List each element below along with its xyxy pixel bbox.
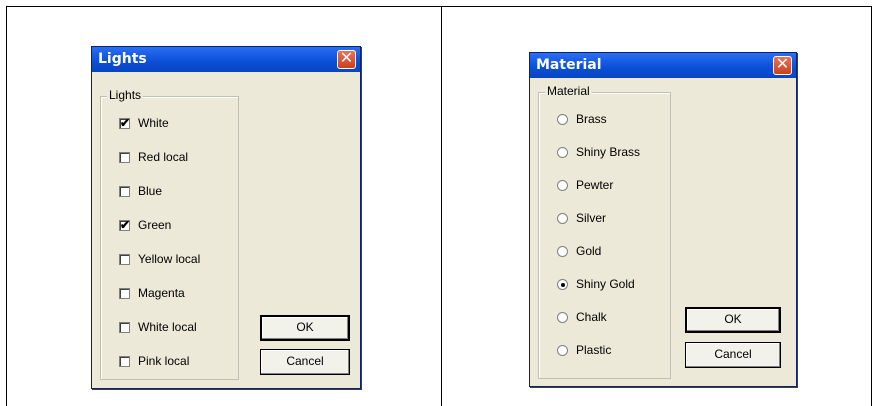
radio-dot-icon: [561, 282, 565, 287]
radio-label: Brass: [576, 112, 607, 126]
lights-titlebar[interactable]: Lights ✕: [92, 47, 360, 72]
radio-label: Gold: [576, 244, 602, 258]
radio-label: Chalk: [576, 310, 607, 324]
checkbox-label: Pink local: [138, 354, 190, 368]
lights-cancel-button[interactable]: Cancel: [260, 349, 350, 375]
close-icon: ✕: [339, 48, 354, 67]
checkmark-icon: ✔: [120, 115, 131, 130]
radio-item[interactable]: Plastic: [557, 342, 611, 358]
checkbox[interactable]: ✔: [119, 115, 131, 130]
radio-label: Shiny Brass: [576, 145, 641, 159]
radio-item[interactable]: Gold: [557, 243, 601, 259]
material-ok-button[interactable]: OK: [685, 307, 781, 333]
radio-button[interactable]: [557, 278, 568, 290]
checkbox-label: Green: [138, 218, 172, 232]
radio-item[interactable]: Shiny Gold: [557, 276, 635, 292]
lights-ok-button[interactable]: OK: [260, 315, 350, 341]
frame-left: [6, 6, 7, 406]
material-dialog: Material ✕ Material Brass Shiny Brass Pewt…: [529, 52, 797, 387]
radio-button[interactable]: [557, 311, 568, 323]
material-title: Material: [536, 57, 602, 73]
lights-groupbox: Lights ✔ White Red local Blue ✔ Green Yellow l…: [100, 88, 239, 380]
checkbox-item[interactable]: Pink local: [119, 353, 189, 369]
material-close-button[interactable]: ✕: [773, 54, 792, 75]
lights-dialog: Lights ✕ Lights ✔ White Red local Blue ✔ Gree…: [91, 46, 361, 389]
checkbox-label: Red local: [138, 150, 189, 164]
checkbox[interactable]: [119, 355, 130, 367]
radio-item[interactable]: Brass: [557, 111, 607, 127]
checkbox-item[interactable]: Yellow local: [119, 251, 200, 267]
checkbox-item[interactable]: Blue: [119, 183, 162, 199]
checkbox-item[interactable]: Red local: [119, 149, 188, 165]
checkbox[interactable]: [119, 151, 130, 163]
checkbox-label: White: [138, 116, 169, 130]
checkbox-item[interactable]: ✔ Green: [119, 217, 171, 233]
material-cancel-button[interactable]: Cancel: [685, 342, 781, 368]
frame-right: [871, 6, 872, 406]
material-groupbox: Material Brass Shiny Brass Pewter Silver Gol…: [538, 84, 671, 379]
checkbox-item[interactable]: White local: [119, 319, 197, 335]
checkbox[interactable]: [119, 321, 130, 333]
radio-item[interactable]: Chalk: [557, 309, 607, 325]
radio-button[interactable]: [557, 344, 568, 356]
radio-label: Silver: [576, 211, 607, 225]
checkbox[interactable]: [119, 253, 130, 265]
radio-item[interactable]: Silver: [557, 210, 606, 226]
radio-item[interactable]: Pewter: [557, 177, 613, 193]
radio-label: Shiny Gold: [576, 277, 635, 291]
checkbox[interactable]: [119, 287, 130, 299]
material-titlebar[interactable]: Material ✕: [530, 53, 796, 78]
radio-button[interactable]: [557, 146, 568, 158]
lights-close-button[interactable]: ✕: [337, 48, 356, 69]
radio-button[interactable]: [557, 113, 568, 125]
frame-top: [6, 6, 872, 7]
material-group-label: Material: [545, 84, 592, 98]
checkbox[interactable]: [119, 185, 130, 197]
close-icon: ✕: [775, 54, 790, 73]
checkbox[interactable]: ✔: [119, 217, 131, 232]
checkbox-item[interactable]: Magenta: [119, 285, 185, 301]
checkbox-item[interactable]: ✔ White: [119, 115, 169, 131]
checkmark-icon: ✔: [120, 217, 131, 232]
radio-button[interactable]: [557, 212, 568, 224]
radio-button[interactable]: [557, 179, 568, 191]
frame-divider: [441, 6, 442, 406]
radio-label: Pewter: [576, 178, 614, 192]
radio-item[interactable]: Shiny Brass: [557, 144, 640, 160]
lights-group-label: Lights: [107, 88, 144, 102]
lights-title: Lights: [98, 51, 147, 67]
checkbox-label: White local: [138, 320, 197, 334]
radio-label: Plastic: [576, 343, 612, 357]
checkbox-label: Magenta: [138, 286, 185, 300]
checkbox-label: Blue: [138, 184, 163, 198]
radio-button[interactable]: [557, 245, 568, 257]
checkbox-label: Yellow local: [138, 252, 201, 266]
